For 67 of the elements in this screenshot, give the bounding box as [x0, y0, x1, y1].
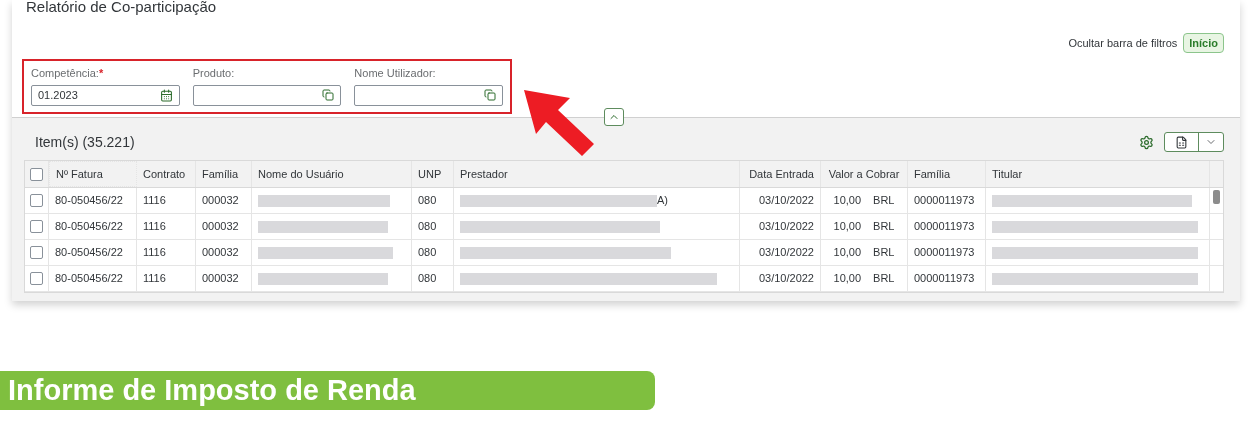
table-cell-text: A)	[657, 193, 668, 209]
go-button[interactable]: Início	[1183, 33, 1224, 53]
column-header[interactable]: Contrato	[137, 161, 196, 187]
export-button[interactable]	[1164, 132, 1224, 152]
date-field[interactable]: 01.2023	[31, 84, 180, 106]
value-help-icon[interactable]	[322, 89, 335, 101]
table-cell-text: 80-050456/22	[55, 193, 123, 209]
value-help-field[interactable]	[192, 84, 342, 106]
pointer-arrow	[524, 90, 596, 158]
table-cell-text: 0000011973	[914, 193, 975, 209]
row-checkbox[interactable]	[30, 246, 43, 259]
select-all-checkbox[interactable]	[30, 167, 43, 181]
table-cell-text: 80-050456/22	[55, 219, 123, 235]
amount-value: 10,00	[833, 245, 862, 261]
calendar-icon[interactable]	[159, 88, 173, 102]
settings-icon[interactable]	[1139, 134, 1154, 150]
table-cell-text: 080	[418, 193, 437, 209]
table-cell-text: 000032	[202, 219, 239, 235]
hide-filter-bar-link[interactable]: Ocultar barra de filtros	[1068, 34, 1178, 52]
amount-value: 10,00	[833, 219, 862, 235]
value-help-field[interactable]	[354, 84, 503, 106]
row-checkbox[interactable]	[30, 194, 43, 207]
table-cell-text: 0000011973	[914, 271, 975, 287]
banner-title: Informe de Imposto de Renda	[8, 376, 416, 405]
scrollbar-thumb[interactable]	[1213, 190, 1220, 204]
table-cell-text: 0000011973	[914, 219, 975, 235]
column-header[interactable]: Data Entrada	[740, 161, 821, 187]
column-header[interactable]: Prestador	[454, 161, 740, 187]
column-header[interactable]: Família	[196, 161, 252, 187]
filter-label: Produto:	[192, 66, 236, 81]
column-header[interactable]: Nº Fatura	[49, 161, 137, 187]
table-cell-text: 1116	[143, 271, 166, 287]
table-cell-text: 03/10/2022	[758, 219, 814, 235]
table-cell-text: 080	[418, 271, 437, 287]
table-cell-text: 03/10/2022	[758, 193, 814, 209]
table-cell-text: 80-050456/22	[55, 271, 123, 287]
table-cell-text: 80-050456/22	[55, 245, 123, 261]
amount-value: 10,00	[833, 271, 862, 287]
table-cell-text: 03/10/2022	[758, 271, 814, 287]
column-header[interactable]: UNP	[412, 161, 454, 187]
row-checkbox[interactable]	[30, 220, 43, 233]
table-cell-text: 1116	[143, 219, 166, 235]
amount-value: 10,00	[833, 193, 862, 209]
table-cell-text: 0000011973	[914, 245, 975, 261]
currency-code: BRL	[873, 271, 895, 287]
table-cell-text: 000032	[202, 271, 239, 287]
column-header[interactable]: Nome do Usuário	[252, 161, 412, 187]
column-header[interactable]: Família	[908, 161, 986, 187]
table-cell-text: 1116	[143, 245, 166, 261]
table-title: Item(s) (35.221)	[35, 132, 135, 152]
currency-code: BRL	[873, 245, 895, 261]
currency-code: BRL	[873, 219, 895, 235]
row-checkbox[interactable]	[30, 272, 43, 285]
filter-label: Competência:*	[31, 66, 105, 81]
column-header[interactable]: Valor a Cobrar	[821, 161, 908, 187]
spreadsheet-icon[interactable]	[1175, 135, 1188, 149]
table-cell-text: 000032	[202, 193, 239, 209]
filter-label: Nome Utilizador:	[354, 66, 437, 81]
value-help-icon[interactable]	[484, 89, 496, 101]
table-cell-text: 080	[418, 219, 437, 235]
table-cell-text: 1116	[143, 193, 166, 209]
currency-code: BRL	[873, 193, 895, 209]
collapse-header-button[interactable]	[604, 108, 624, 126]
table-cell-text: 03/10/2022	[758, 245, 814, 261]
table-cell-text: 000032	[202, 245, 239, 261]
table-cell-text: 080	[418, 245, 437, 261]
page-title: Relatório de Co-participação	[26, 0, 218, 16]
